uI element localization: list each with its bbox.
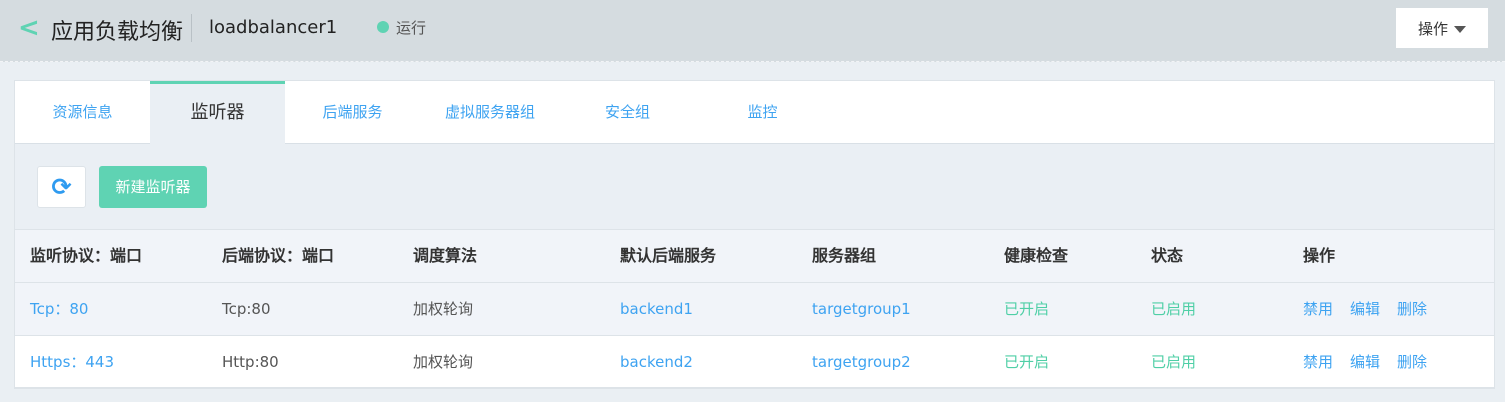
back-chevron-icon[interactable]: < bbox=[18, 13, 40, 43]
row-actions: 禁用 编辑 删除 bbox=[1303, 283, 1444, 335]
backend-protocol: Tcp:80 bbox=[222, 300, 271, 318]
edit-link[interactable]: 编辑 bbox=[1350, 300, 1380, 318]
tab-bar: 资源信息 监听器 后端服务 虚拟服务器组 安全组 监控 bbox=[15, 81, 1494, 145]
tab-security-groups[interactable]: 安全组 bbox=[560, 81, 695, 144]
status-dot-icon bbox=[377, 21, 389, 33]
health-status: 已开启 bbox=[1004, 353, 1050, 371]
algorithm: 加权轮询 bbox=[413, 300, 474, 318]
column-header: 监听协议：端口 bbox=[30, 246, 143, 265]
algorithm: 加权轮询 bbox=[413, 353, 474, 371]
new-listener-button[interactable]: 新建监听器 bbox=[99, 166, 207, 208]
group-link[interactable]: targetgroup1 bbox=[812, 283, 911, 335]
column-header: 后端协议：端口 bbox=[222, 246, 335, 265]
column-header: 操作 bbox=[1303, 246, 1336, 265]
column-header: 状态 bbox=[1151, 246, 1184, 265]
row-actions: 禁用 编辑 删除 bbox=[1303, 336, 1444, 388]
instance-name: loadbalancer1 bbox=[209, 17, 338, 38]
disable-link[interactable]: 禁用 bbox=[1303, 300, 1333, 318]
page-title: 应用负载均衡 bbox=[51, 20, 184, 45]
tab-virtual-server-groups[interactable]: 虚拟服务器组 bbox=[420, 81, 560, 144]
refresh-icon: ⟳ bbox=[51, 173, 72, 201]
tab-listeners[interactable]: 监听器 bbox=[150, 81, 285, 145]
column-header: 默认后端服务 bbox=[620, 246, 717, 265]
toolbar: ⟳ 新建监听器 bbox=[15, 144, 1494, 230]
backend-link[interactable]: backend2 bbox=[620, 336, 693, 388]
edit-link[interactable]: 编辑 bbox=[1350, 353, 1380, 371]
refresh-button[interactable]: ⟳ bbox=[37, 166, 86, 208]
delete-link[interactable]: 删除 bbox=[1397, 300, 1427, 318]
group-link[interactable]: targetgroup2 bbox=[812, 336, 911, 388]
table-row: Https：443 Http:80 加权轮询 backend2 targetgr… bbox=[15, 335, 1494, 388]
tab-backend-services[interactable]: 后端服务 bbox=[285, 81, 420, 144]
delete-link[interactable]: 删除 bbox=[1397, 353, 1427, 371]
actions-dropdown[interactable]: 操作 bbox=[1396, 8, 1488, 48]
disable-link[interactable]: 禁用 bbox=[1303, 353, 1333, 371]
table-row: Tcp：80 Tcp:80 加权轮询 backend1 targetgroup1… bbox=[15, 282, 1494, 335]
tab-monitoring[interactable]: 监控 bbox=[695, 81, 830, 144]
caret-down-icon bbox=[1454, 25, 1466, 33]
column-header: 健康检查 bbox=[1004, 246, 1069, 265]
column-header: 调度算法 bbox=[413, 246, 478, 265]
tab-resource-info[interactable]: 资源信息 bbox=[15, 81, 150, 144]
actions-label: 操作 bbox=[1417, 19, 1448, 38]
listener-link[interactable]: Tcp：80 bbox=[30, 283, 88, 335]
listener-link[interactable]: Https：443 bbox=[30, 336, 114, 388]
column-header: 服务器组 bbox=[812, 246, 877, 265]
top-bar: < 应用负载均衡 loadbalancer1 运行 操作 bbox=[0, 0, 1505, 62]
backend-protocol: Http:80 bbox=[222, 353, 279, 371]
listener-panel: 资源信息 监听器 后端服务 虚拟服务器组 安全组 监控 ⟳ 新建监听器 监听协议… bbox=[14, 80, 1495, 389]
backend-link[interactable]: backend1 bbox=[620, 283, 693, 335]
table-header: 监听协议：端口 后端协议：端口 调度算法 默认后端服务 服务器组 健康检查 状态… bbox=[15, 229, 1494, 282]
status-text: 运行 bbox=[396, 19, 427, 37]
state-status: 已启用 bbox=[1151, 353, 1197, 371]
state-status: 已启用 bbox=[1151, 300, 1197, 318]
divider bbox=[191, 14, 192, 42]
health-status: 已开启 bbox=[1004, 300, 1050, 318]
